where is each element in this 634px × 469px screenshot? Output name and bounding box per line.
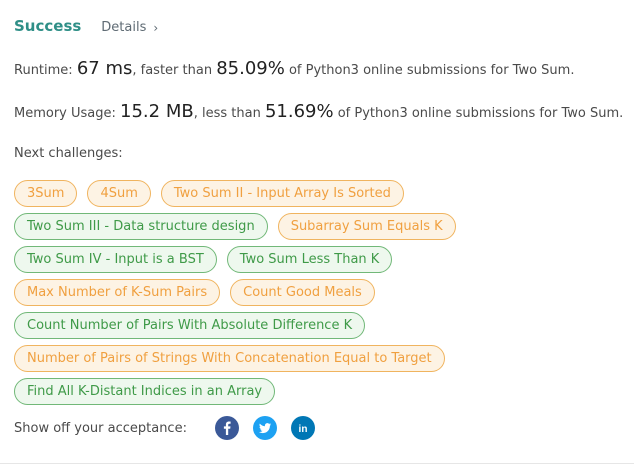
chevron-right-icon: › [153, 20, 159, 35]
challenge-chip[interactable]: 4Sum [87, 180, 151, 207]
challenge-chip[interactable]: Count Number of Pairs With Absolute Diff… [14, 312, 366, 339]
challenge-row: 3Sum 4Sum Two Sum II - Input Array Is Sort… [14, 180, 624, 207]
facebook-icon[interactable] [214, 416, 239, 440]
runtime-line: Runtime: 67 ms, faster than 85.09% of Py… [14, 58, 574, 79]
challenge-row: Find All K-Distant Indices in an Array [14, 378, 624, 405]
challenge-chip[interactable]: Two Sum II - Input Array Is Sorted [160, 180, 404, 207]
challenge-row: Two Sum IV - Input is a BST Two Sum Less … [14, 246, 624, 273]
challenge-row: Number of Pairs of Strings With Concaten… [14, 345, 624, 372]
challenge-chip[interactable]: Two Sum IV - Input is a BST [14, 246, 217, 273]
linkedin-icon[interactable]: in [290, 416, 315, 440]
challenge-row: Two Sum III - Data structure design Subar… [14, 213, 624, 240]
status-label: Success [14, 17, 82, 35]
runtime-percent: 85.09% [216, 58, 285, 79]
twitter-icon-glyph [258, 423, 271, 434]
runtime-middle: , faster than [132, 63, 217, 78]
share-section: Show off your acceptance: in [14, 416, 329, 440]
memory-suffix: of Python3 online submissions for Two Su… [333, 106, 624, 121]
challenge-chip[interactable]: Number of Pairs of Strings With Concaten… [14, 345, 445, 372]
bottom-divider [0, 463, 634, 464]
details-link[interactable]: Details › [101, 20, 158, 35]
challenge-row: Count Number of Pairs With Absolute Diff… [14, 312, 624, 339]
linkedin-icon-glyph: in [299, 424, 308, 435]
runtime-value: 67 ms [76, 58, 133, 79]
memory-value: 15.2 MB [120, 101, 194, 122]
challenge-chip[interactable]: Find All K-Distant Indices in an Array [14, 378, 276, 405]
twitter-icon[interactable] [252, 416, 277, 440]
challenge-chip[interactable]: Subarray Sum Equals K [277, 213, 456, 240]
memory-middle: , less than [193, 106, 265, 121]
challenge-chip[interactable]: Max Number of K-Sum Pairs [14, 279, 221, 306]
next-challenges-label: Next challenges: [14, 146, 123, 161]
challenge-row: Max Number of K-Sum Pairs Count Good Meal… [14, 279, 624, 306]
challenge-chip[interactable]: 3Sum [14, 180, 78, 207]
challenge-chip[interactable]: Two Sum III - Data structure design [14, 213, 268, 240]
details-label: Details [101, 20, 147, 35]
facebook-icon-glyph [223, 421, 231, 435]
challenge-chip[interactable]: Count Good Meals [230, 279, 375, 306]
share-label: Show off your acceptance: [14, 420, 187, 436]
svg-text:in: in [299, 424, 308, 435]
memory-percent: 51.69% [264, 101, 334, 122]
memory-label: Memory Usage: [14, 106, 121, 121]
runtime-suffix: of Python3 online submissions for Two Su… [284, 63, 575, 78]
share-buttons: in [214, 416, 329, 440]
memory-line: Memory Usage: 15.2 MB, less than 51.69% … [14, 101, 623, 122]
runtime-label: Runtime: [14, 63, 77, 78]
result-header: Success Details › [14, 17, 158, 35]
next-challenges-list: 3Sum 4Sum Two Sum II - Input Array Is Sort… [14, 180, 624, 411]
challenge-chip[interactable]: Two Sum Less Than K [226, 246, 393, 273]
